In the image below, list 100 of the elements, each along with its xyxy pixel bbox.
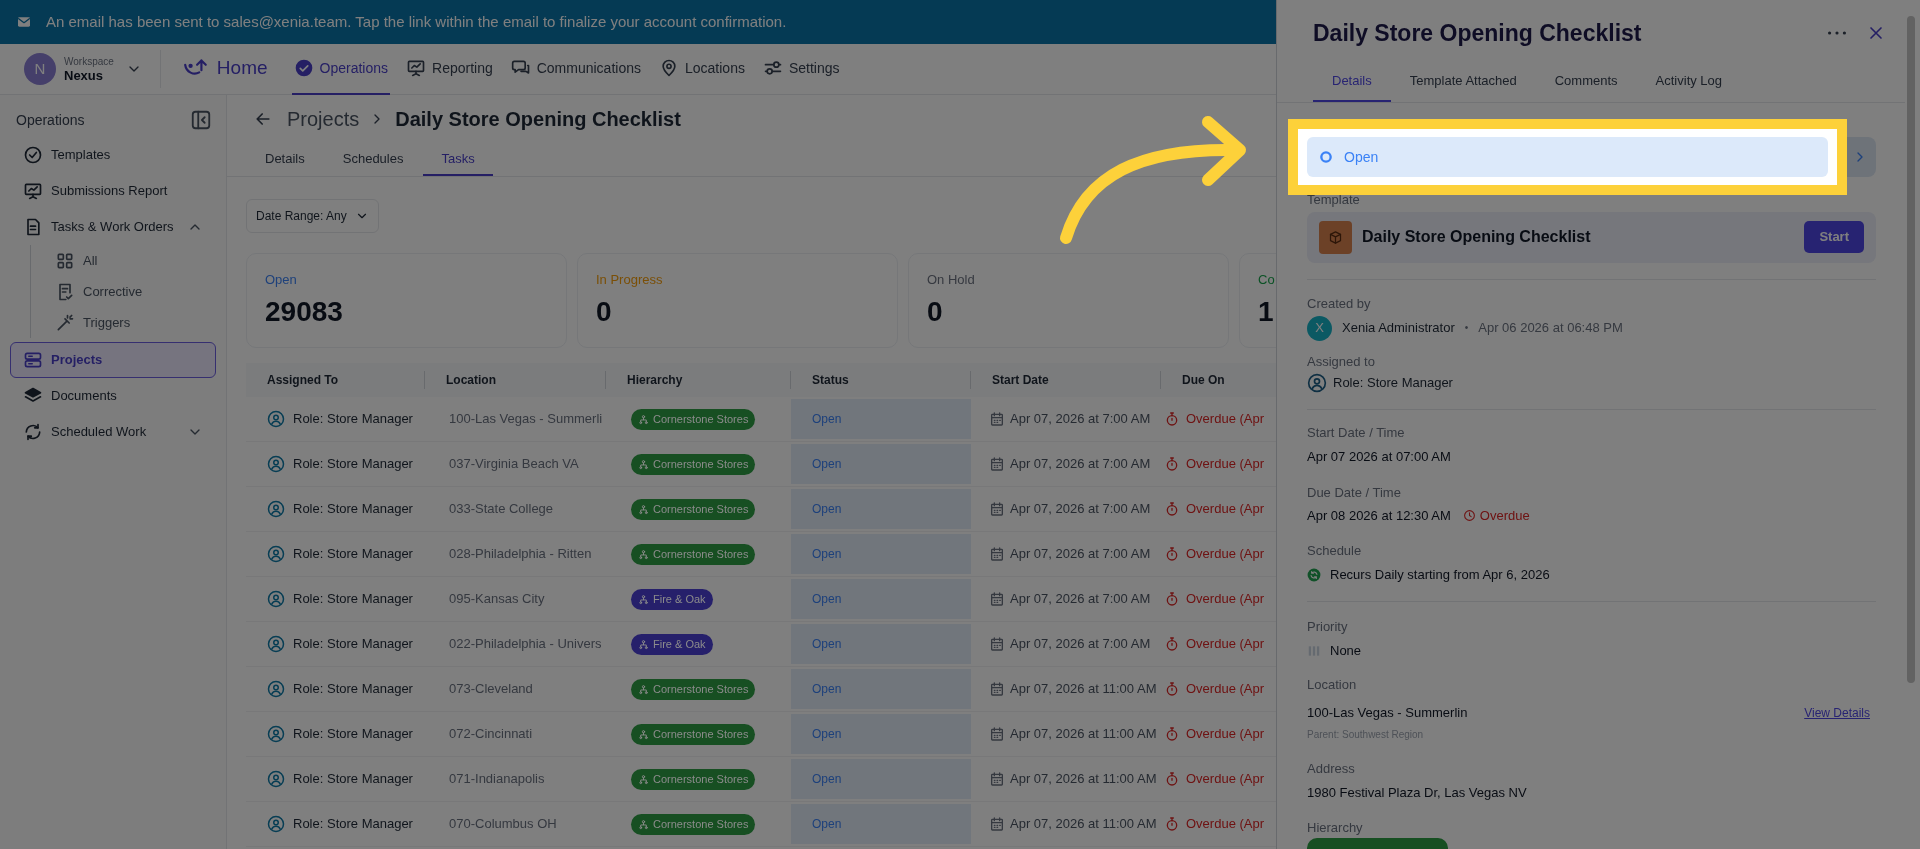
user-circle-icon [267, 455, 285, 473]
hierarchy-icon [638, 773, 649, 785]
sidebar-item[interactable]: Projects [10, 342, 216, 378]
sidebar-item[interactable]: Tasks & Work Orders [10, 209, 216, 245]
field-value: Recurs Daily starting from Apr 6, 2026 [1330, 566, 1550, 583]
hierarchy-icon [638, 683, 649, 695]
status-cell: Open [791, 444, 971, 484]
workspace-switcher[interactable]: N Workspace Nexus [24, 50, 161, 88]
status-ring-icon [1318, 148, 1334, 165]
workspace-label: Workspace [64, 55, 114, 69]
nav-link[interactable]: Home [178, 43, 278, 95]
sidebar-subitem[interactable]: Corrective [31, 276, 216, 307]
sidebar-item[interactable]: Templates [10, 137, 216, 173]
table-cell-text: 033-State College [449, 500, 554, 519]
sidebar-title: Operations [16, 110, 85, 130]
hierarchy-tag: Cornerstone Stores [631, 408, 756, 430]
table-cell-text: 095-Kansas City [449, 590, 545, 609]
stopwatch-icon [1164, 771, 1180, 787]
sidebar-item[interactable]: Scheduled Work [10, 414, 216, 450]
hierarchy-tag: Cornerstone Stores [631, 453, 756, 475]
start-button[interactable]: Start [1804, 221, 1864, 253]
stopwatch-icon [1164, 636, 1180, 652]
view-details-link[interactable]: View Details [1804, 704, 1870, 721]
stopwatch-icon [1164, 411, 1180, 427]
field-label: Priority [1307, 618, 1349, 635]
status-cell: Open [791, 624, 971, 664]
field-label: Template [1307, 191, 1361, 208]
table-cell-text: Overdue (Apr [1186, 725, 1265, 744]
field-label: Schedule [1307, 542, 1363, 559]
nav-link[interactable]: Locations [657, 43, 747, 95]
tab[interactable]: Template Attached [1390, 62, 1536, 102]
nav-link[interactable]: Settings [760, 43, 842, 95]
hierarchy-tag: Fire & Oak [631, 633, 713, 655]
presentation-board-icon [406, 58, 426, 78]
user-circle-icon [267, 680, 285, 698]
tab[interactable]: Details [247, 143, 323, 176]
nav-link[interactable]: Reporting [404, 43, 495, 95]
refresh-icon [23, 422, 43, 442]
sidebar-subitem[interactable]: Triggers [31, 307, 216, 338]
user-circle-icon [267, 500, 285, 518]
calendar-icon [989, 636, 1005, 652]
tab[interactable]: Comments [1535, 62, 1637, 102]
stat-value: 0 [927, 295, 943, 328]
status-cell: Open [791, 669, 971, 709]
status-cell: Open [791, 579, 971, 619]
status-select[interactable]: Open [1307, 136, 1828, 177]
status-cell: Open [791, 399, 971, 439]
tab[interactable]: Activity Log [1636, 62, 1742, 102]
calendar-icon [989, 816, 1005, 832]
sidebar-item[interactable]: Documents [10, 378, 216, 414]
tab[interactable]: Details [1313, 62, 1391, 102]
hierarchy-tag: Cornerstone Stores [631, 768, 756, 790]
overdue-label: Overdue [1462, 507, 1530, 524]
calendar-icon [989, 546, 1005, 562]
template-name: Daily Store Opening Checklist [1362, 229, 1591, 245]
stacked-rows-icon [23, 350, 43, 370]
column-header: Location [446, 372, 496, 389]
table-cell-text: Overdue (Apr [1186, 680, 1265, 699]
sidebar-subitem[interactable]: All [31, 245, 216, 276]
stat-label: In Progress [596, 271, 663, 289]
presentation-board-icon [23, 181, 43, 201]
stopwatch-icon [1164, 681, 1180, 697]
field-value: 1980 Festival Plaza Dr, Las Vegas NV [1307, 784, 1527, 800]
field-label: Start Date / Time [1307, 424, 1406, 441]
table-cell-text: Role: Store Manager [293, 455, 413, 474]
nav-link[interactable]: Communications [508, 43, 643, 95]
separator-dot: • [1464, 321, 1469, 335]
field-value: 100-Las Vegas - Summerlin [1307, 704, 1468, 721]
table-cell-text: Role: Store Manager [293, 590, 413, 609]
calendar-icon [989, 411, 1005, 427]
user-name: Xenia Administrator [1342, 320, 1455, 336]
table-cell-text: Apr 07, 2026 at 11:00 AM [1010, 815, 1157, 834]
table-cell-text: Overdue (Apr [1186, 455, 1265, 474]
hierarchy-tag: Cornerstone Stores [631, 498, 756, 520]
table-cell-text: Overdue (Apr [1186, 770, 1265, 789]
cube-icon [1328, 229, 1343, 245]
check-circle-icon [293, 58, 314, 78]
sidebar-item[interactable]: Submissions Report [10, 173, 216, 209]
status-cell: Open [791, 759, 971, 799]
tab[interactable]: Schedules [324, 143, 422, 176]
field-value: Apr 08 2026 at 12:30 AM [1307, 507, 1451, 524]
hierarchy-tag: Cornerstone Stores [631, 678, 756, 700]
table-cell-text: Apr 07, 2026 at 11:00 AM [1010, 725, 1157, 744]
magic-wand-icon [55, 312, 75, 333]
table-cell-text: Role: Store Manager [293, 680, 413, 699]
clock-icon [1462, 509, 1476, 522]
stopwatch-icon [1164, 726, 1180, 742]
table-cell-text: Apr 07, 2026 at 7:00 AM [1010, 455, 1151, 474]
hierarchy-tag: Fire & Oak [631, 588, 713, 610]
user-circle-icon [267, 725, 285, 743]
stopwatch-icon [1164, 546, 1180, 562]
column-header: Status [812, 372, 849, 389]
stat-label: Open [265, 271, 297, 289]
table-cell-text: Role: Store Manager [293, 410, 413, 429]
date-range-dropdown[interactable]: Date Range: Any [246, 199, 379, 233]
field-label: Due Date / Time [1307, 484, 1402, 501]
table-cell-text: 028-Philadelphia - Ritten [449, 545, 592, 564]
sliders-icon [762, 58, 783, 78]
tab[interactable]: Tasks [423, 143, 493, 176]
nav-link[interactable]: Operations [291, 43, 390, 95]
